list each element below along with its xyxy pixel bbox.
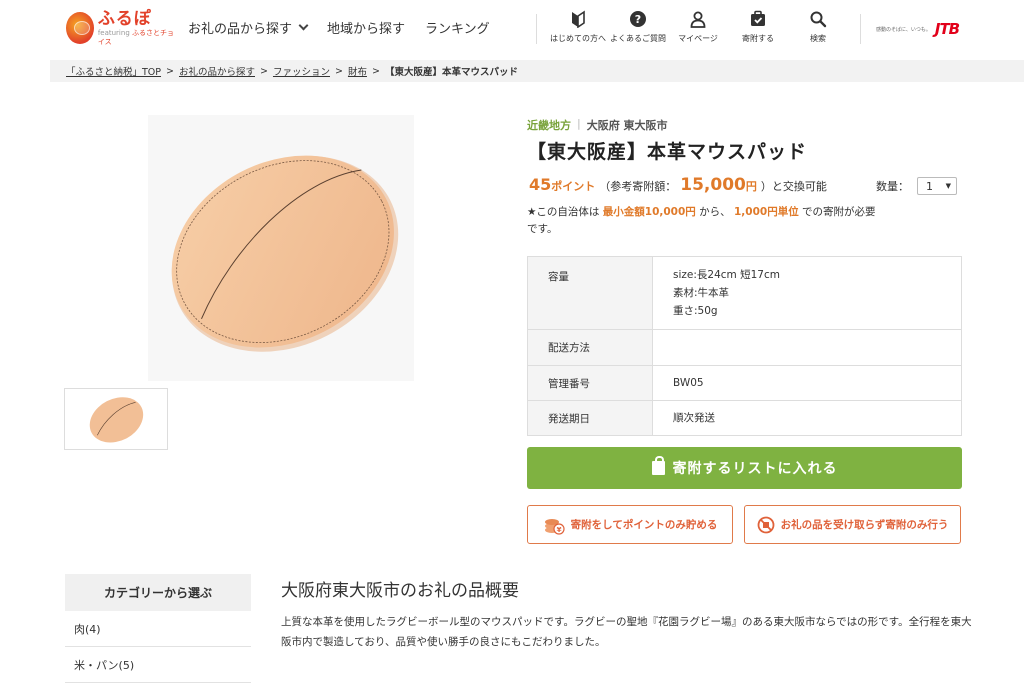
table-row: 管理番号 BW05 [527, 365, 962, 401]
overview-text: 上質な本革を使用したラグビーボール型のマウスパッドです。ラグビーの聖地『花園ラグ… [281, 616, 972, 648]
table-row: 容量 size:長24cm 短17cm 素材:牛本革 重さ:50g [527, 256, 962, 330]
search-button[interactable]: 検索 [788, 10, 848, 44]
shopping-bag-icon [651, 456, 665, 475]
points-only-button[interactable]: ¥ 寄附をしてポイントのみ貯める [527, 505, 733, 544]
user-icon [690, 11, 706, 28]
quantity-label: 数量： [876, 180, 909, 193]
mousepad-image [171, 155, 399, 352]
quantity-control: 数量： 1 ▼ [876, 177, 957, 195]
logo-icon [66, 12, 94, 44]
search-icon [810, 11, 827, 28]
donate-only-button[interactable]: お礼の品を受け取らず寄附のみ行う [744, 505, 961, 544]
spec-key: 配送方法 [527, 329, 653, 366]
site-logo[interactable]: ふるぽ featuring ふるさとチョイス [66, 8, 176, 48]
product-thumbnail[interactable] [64, 388, 168, 450]
breadcrumb-current: 【東大阪産】本革マウスパッド [384, 67, 518, 78]
svg-text:?: ? [635, 13, 641, 26]
beginner-mark-icon [572, 10, 585, 28]
caret-down-icon: ▼ [945, 182, 951, 190]
price-row: 45ポイント （参考寄附額： 15,000円 ）と交換可能 [529, 175, 827, 195]
spec-key: 容量 [527, 256, 653, 330]
price-suffix: ）と交換可能 [760, 180, 827, 193]
overview-title: 大阪府東大阪市のお礼の品概要 [281, 581, 519, 601]
logo-text: ふるぽ [97, 9, 152, 29]
product-main-image[interactable] [148, 115, 414, 381]
question-icon: ? [630, 11, 646, 27]
product-title: 【東大阪産】本革マウスパッド [527, 141, 808, 163]
breadcrumb-link-fashion[interactable]: ファッション [273, 64, 330, 78]
mypage-button[interactable]: マイページ [668, 10, 728, 44]
site-header: ふるぽ featuring ふるさとチョイス お礼の品から探す 地域から探す ラ… [0, 0, 1024, 56]
breadcrumb: 「ふるさと納税」TOP > お礼の品から探す > ファッション > 財布 > 【… [50, 60, 1024, 82]
nav-search-gifts[interactable]: お礼の品から探す [188, 18, 309, 37]
category-item-rice-bread[interactable]: 米・パン(5) [65, 647, 251, 683]
svg-text:¥: ¥ [556, 526, 561, 534]
spec-key: 発送期日 [527, 400, 653, 436]
header-icon-menu: はじめての方へ ? よくあるご質問 マイページ 寄附する 検索 [548, 10, 848, 44]
nav-search-region[interactable]: 地域から探す [327, 18, 405, 37]
spec-value [652, 329, 962, 366]
quantity-select[interactable]: 1 ▼ [917, 177, 957, 195]
nav-ranking[interactable]: ランキング [425, 18, 490, 37]
spec-key: 管理番号 [527, 365, 653, 401]
main-nav: お礼の品から探す 地域から探す ランキング [188, 18, 490, 37]
no-gift-icon [757, 516, 774, 533]
category-heading: カテゴリーから選ぶ [65, 574, 251, 611]
logo-subtitle: featuring ふるさとチョイス [97, 29, 174, 46]
spec-value: 順次発送 [652, 400, 962, 436]
chevron-down-icon [298, 20, 309, 31]
coins-icon: ¥ [544, 518, 565, 535]
header-divider [860, 14, 861, 44]
header-divider [536, 14, 537, 44]
region-city-link[interactable]: 大阪府 東大阪市 [587, 117, 668, 133]
breadcrumb-link-wallet[interactable]: 財布 [348, 64, 367, 78]
points-value: 45ポイント [529, 175, 596, 194]
donate-icon [751, 10, 765, 26]
price-prefix: （参考寄附額： [599, 180, 677, 193]
beginner-guide-button[interactable]: はじめての方へ [548, 10, 608, 44]
jtb-tagline: 感動のそばに、いつも。 [876, 26, 931, 33]
spec-value: size:長24cm 短17cm 素材:牛本革 重さ:50g [652, 256, 962, 330]
spec-value: BW05 [652, 365, 962, 401]
product-region: 近畿地方 | 大阪府 東大阪市 [527, 117, 668, 133]
add-to-list-button[interactable]: 寄附するリストに入れる [527, 447, 962, 489]
breadcrumb-link-gifts[interactable]: お礼の品から探す [179, 64, 255, 78]
mousepad-thumbnail-image [89, 397, 144, 443]
jtb-logo[interactable]: 感動のそばに、いつも。 JTB [876, 20, 960, 38]
spec-table: 容量 size:長24cm 短17cm 素材:牛本革 重さ:50g 配送方法 管… [527, 256, 962, 436]
category-item-meat[interactable]: 肉(4) [65, 611, 251, 647]
donation-note: ★この自治体は 最小金額10,000円 から、 1,000円単位 での寄附が必要… [527, 206, 876, 235]
faq-button[interactable]: ? よくあるご質問 [608, 10, 668, 44]
table-row: 配送方法 [527, 329, 962, 366]
donation-price: 15,000円 [680, 175, 757, 195]
table-row: 発送期日 順次発送 [527, 400, 962, 436]
donate-button[interactable]: 寄附する [728, 10, 788, 44]
jtb-wordmark: JTB [934, 20, 960, 38]
region-area-link[interactable]: 近畿地方 [527, 117, 571, 133]
breadcrumb-link-top[interactable]: 「ふるさと納税」TOP [66, 64, 161, 78]
